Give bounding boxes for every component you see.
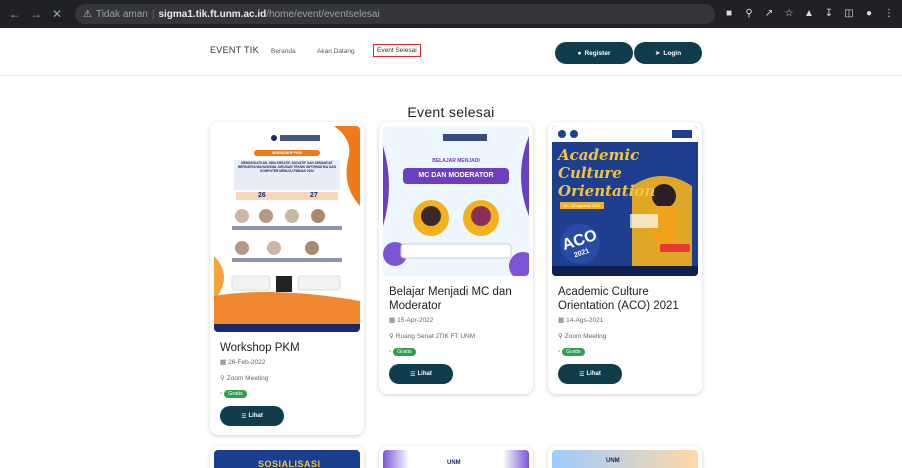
lihat-label: Lihat <box>248 413 263 419</box>
event-card-workshop-pkm: WORKSHOP PKM MENINGKATKAN JIWA KREATIF, … <box>210 122 364 435</box>
site-navbar <box>0 28 902 76</box>
ticket-icon: ▫ <box>389 349 392 355</box>
register-label: Register <box>584 49 611 57</box>
download-icon[interactable]: ↧ <box>822 4 836 22</box>
poster-day1: 26 <box>258 192 266 199</box>
map-pin-icon: ⚲ <box>558 333 563 340</box>
extension-icon[interactable]: ▲ <box>802 4 816 22</box>
address-bar[interactable]: ⚠ Tidak aman | sigma1.tik.ft.unm.ac.id /… <box>75 4 715 24</box>
calendar-icon: ▦ <box>389 317 396 324</box>
price-row: ▫ Gratis <box>389 348 416 356</box>
date-text: 15-Apr-2022 <box>397 316 434 324</box>
list-icon: ☰ <box>410 371 416 378</box>
location-text: Zoom Meeting <box>226 374 269 382</box>
forward-icon[interactable]: → <box>27 5 45 23</box>
event-card-next-2: UNM <box>379 446 533 468</box>
event-poster[interactable]: UNM <box>383 450 529 468</box>
poster-text: SOSIALISASI <box>258 459 321 468</box>
back-icon[interactable]: ← <box>6 5 24 23</box>
nav-akan-datang[interactable]: Akan Datang <box>317 48 355 55</box>
event-title: Academic Culture Orientation (ACO) 2021 <box>558 286 679 312</box>
date-text: 26-Feb-2022 <box>228 358 266 366</box>
price-row: ▫ Gratis <box>220 390 247 398</box>
lihat-label: Lihat <box>417 371 432 377</box>
poster-main-title: MC DAN MODERATOR <box>418 172 494 179</box>
poster-headline: MENINGKATKAN JIWA KREATIF, INOVATIF DAN … <box>238 161 336 174</box>
ticket-icon: ▫ <box>220 391 223 397</box>
poster-graphic <box>383 126 529 276</box>
event-date: ▦ 26-Feb-2022 <box>220 358 266 367</box>
event-title: Belajar Menjadi MC dan Moderator <box>389 286 512 312</box>
browser-toolbar: ← → ✕ ⚠ Tidak aman | sigma1.tik.ft.unm.a… <box>0 0 902 28</box>
nav-event-selesai[interactable]: Event Selesai <box>373 44 421 57</box>
close-icon[interactable]: ✕ <box>48 5 66 23</box>
event-date: ▦ 15-Apr-2022 <box>389 316 434 325</box>
price-badge: Gratis <box>393 348 416 356</box>
list-icon: ☰ <box>241 413 247 420</box>
poster-header: WORKSHOP PKM <box>272 151 302 155</box>
event-location: ⚲ Ruang Senat JTIK FT UNM <box>389 332 476 341</box>
login-button[interactable]: ➤ Login <box>634 42 702 64</box>
lihat-label: Lihat <box>586 371 601 377</box>
list-icon: ☰ <box>579 371 585 378</box>
event-card-next-1: SOSIALISASI <box>210 446 364 468</box>
event-location: ⚲ Zoom Meeting <box>558 332 607 341</box>
nav-beranda[interactable]: Beranda <box>271 48 296 55</box>
event-poster[interactable]: SOSIALISASI <box>214 450 360 468</box>
poster-dates: 14 - 15 Agustus 2021 <box>560 202 604 209</box>
poster-day2: 27 <box>310 192 318 199</box>
location-text: Zoom Meeting <box>564 332 607 340</box>
poster-graphic <box>214 126 360 332</box>
event-location: ⚲ Zoom Meeting <box>220 374 269 383</box>
event-card-mc-moderator: BELAJAR MENJADI MC DAN MODERATOR Belajar… <box>379 122 533 394</box>
event-card-aco-2021: Academic Culture Orientation 14 - 15 Agu… <box>548 122 702 394</box>
lihat-button[interactable]: ☰ Lihat <box>558 364 622 384</box>
poster-text: UNM <box>606 458 620 464</box>
event-card-next-3: UNM <box>548 446 702 468</box>
security-label: Tidak aman <box>95 8 148 20</box>
profile-icon[interactable]: ● <box>862 4 876 22</box>
lihat-button[interactable]: ☰ Lihat <box>389 364 453 384</box>
share-icon[interactable]: ↗ <box>762 4 776 22</box>
poster-line2: Culture <box>558 164 622 182</box>
page-title: Event selesai <box>407 104 495 120</box>
warning-icon: ⚠ <box>83 8 92 20</box>
calendar-icon: ▦ <box>558 317 565 324</box>
event-date: ▦ 14-Ags-2021 <box>558 316 604 325</box>
login-icon: ➤ <box>654 50 661 57</box>
url-path: /home/event/eventselesai <box>266 8 380 20</box>
star-icon[interactable]: ☆ <box>782 4 796 22</box>
price-row: ▫ Gratis <box>558 348 585 356</box>
price-badge: Gratis <box>224 390 247 398</box>
location-text: Ruang Senat JTIK FT UNM <box>395 332 476 340</box>
event-title: Workshop PKM <box>220 342 300 354</box>
poster-line1: Academic <box>558 146 640 164</box>
price-badge: Gratis <box>562 348 585 356</box>
user-plus-icon: ● <box>577 49 582 57</box>
date-text: 14-Ags-2021 <box>566 316 604 324</box>
sidepanel-icon[interactable]: ◫ <box>842 4 856 22</box>
poster-subtitle: BELAJAR MENJADI <box>432 158 480 164</box>
menu-icon[interactable]: ⋮ <box>882 4 896 22</box>
ticket-icon: ▫ <box>558 349 561 355</box>
separator: | <box>151 8 155 20</box>
map-pin-icon: ⚲ <box>220 375 225 382</box>
brand-logo[interactable]: EVENT TIK <box>210 45 259 55</box>
calendar-icon: ▦ <box>220 359 227 366</box>
zoom-icon[interactable]: ⚲ <box>742 4 756 22</box>
lihat-button[interactable]: ☰ Lihat <box>220 406 284 426</box>
poster-line3: Orientation <box>558 182 656 200</box>
register-button[interactable]: ● Register <box>555 42 633 64</box>
event-poster[interactable]: WORKSHOP PKM MENINGKATKAN JIWA KREATIF, … <box>214 126 360 332</box>
event-poster[interactable]: BELAJAR MENJADI MC DAN MODERATOR <box>383 126 529 276</box>
translate-icon[interactable]: ■ <box>722 4 736 22</box>
poster-text: UNM <box>447 460 461 466</box>
event-poster[interactable]: Academic Culture Orientation 14 - 15 Agu… <box>552 126 698 276</box>
login-label: Login <box>663 49 682 57</box>
map-pin-icon: ⚲ <box>389 333 394 340</box>
event-poster[interactable]: UNM <box>552 450 698 468</box>
url-host: sigma1.tik.ft.unm.ac.id <box>158 8 267 20</box>
